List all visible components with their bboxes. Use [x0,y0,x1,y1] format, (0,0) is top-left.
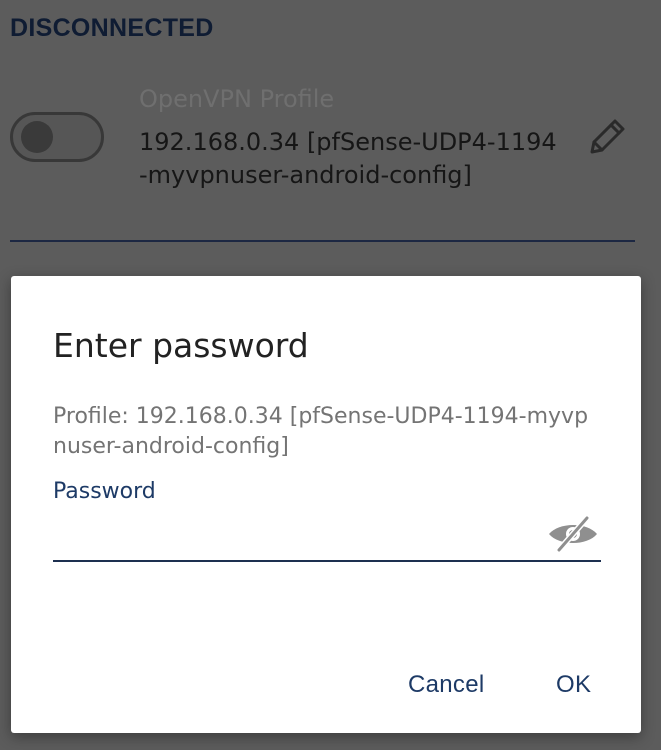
toggle-knob [21,121,53,153]
profile-divider [10,240,635,242]
connection-status-label: DISCONNECTED [10,14,214,42]
password-input[interactable] [53,514,601,562]
dialog-message: Profile: 192.168.0.34 [pfSense-UDP4-1194… [53,404,589,459]
screen: DISCONNECTED OpenVPN Profile 192.168.0.3… [0,0,661,750]
dialog-title: Enter password [53,326,309,365]
connection-toggle[interactable] [10,112,104,162]
vpn-profile-row[interactable]: OpenVPN Profile 192.168.0.34 [pfSense-UD… [0,80,661,210]
eye-off-icon[interactable] [545,514,601,554]
password-field-label: Password [53,479,156,504]
ok-button[interactable]: OK [556,671,591,699]
profile-type-label: OpenVPN Profile [139,85,335,113]
profile-name-label: 192.168.0.34 [pfSense-UDP4-1194 -myvpnus… [139,128,557,189]
cancel-button[interactable]: Cancel [408,671,485,699]
pencil-icon[interactable] [584,114,630,160]
password-dialog: Enter password Profile: 192.168.0.34 [pf… [11,276,641,733]
